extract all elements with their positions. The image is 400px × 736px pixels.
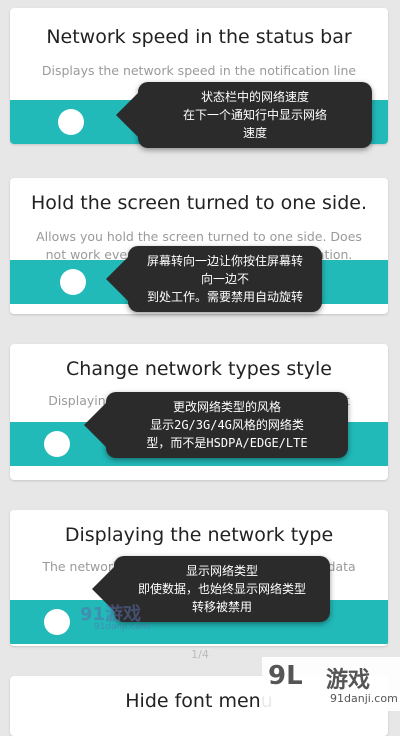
watermark-url: 91danji.com bbox=[330, 692, 398, 705]
toggle-knob[interactable] bbox=[58, 109, 84, 135]
setting-title: Change network types style bbox=[66, 358, 332, 380]
watermark-logo: 91游戏 91danji.com bbox=[80, 600, 200, 636]
watermark-url: 91danji.com bbox=[94, 622, 150, 632]
setting-title: Hold the screen turned to one side. bbox=[31, 192, 367, 214]
setting-title: Displaying the network type bbox=[64, 524, 334, 546]
tooltip-line: 速度 bbox=[242, 126, 267, 140]
translation-tooltip: 状态栏中的网络速度 在下一个通知行中显示网络 速度 bbox=[138, 82, 372, 148]
tooltip-line: 显示网络类型 bbox=[185, 564, 258, 578]
tooltip-line: 屏幕转向一边让你按住屏幕转 bbox=[146, 254, 303, 268]
tooltip-line: 向一边不 bbox=[200, 272, 249, 286]
tooltip-line: 显示2G/3G/4G风格的网络类 bbox=[150, 418, 304, 432]
tooltip-line: 更改网络类型的风格 bbox=[172, 400, 281, 414]
tooltip-line: 状态栏中的网络速度 bbox=[200, 90, 309, 104]
tooltip-line: 到处工作。需要禁用自动旋转 bbox=[146, 290, 303, 304]
toggle-knob[interactable] bbox=[60, 269, 86, 295]
toggle-knob[interactable] bbox=[44, 431, 70, 457]
translation-tooltip: 屏幕转向一边让你按住屏幕转 向一边不 到处工作。需要禁用自动旋转 bbox=[128, 246, 322, 312]
setting-title: Network speed in the status bar bbox=[46, 26, 352, 48]
toggle-knob[interactable] bbox=[44, 609, 70, 635]
watermark-text: 游戏 bbox=[326, 668, 371, 693]
tooltip-line: 即使数据，也始终显示网络类型 bbox=[137, 582, 306, 596]
watermark-mark: 9L bbox=[268, 661, 303, 691]
tooltip-line: 在下一个通知行中显示网络 bbox=[182, 108, 327, 122]
watermark-logo: 9L 游戏 91danji.com bbox=[262, 657, 400, 711]
translation-tooltip: 更改网络类型的风格 显示2G/3G/4G风格的网络类 型，而不是HSDPA/ED… bbox=[106, 392, 348, 458]
tooltip-line: 型，而不是HSDPA/EDGE/LTE bbox=[146, 436, 308, 450]
